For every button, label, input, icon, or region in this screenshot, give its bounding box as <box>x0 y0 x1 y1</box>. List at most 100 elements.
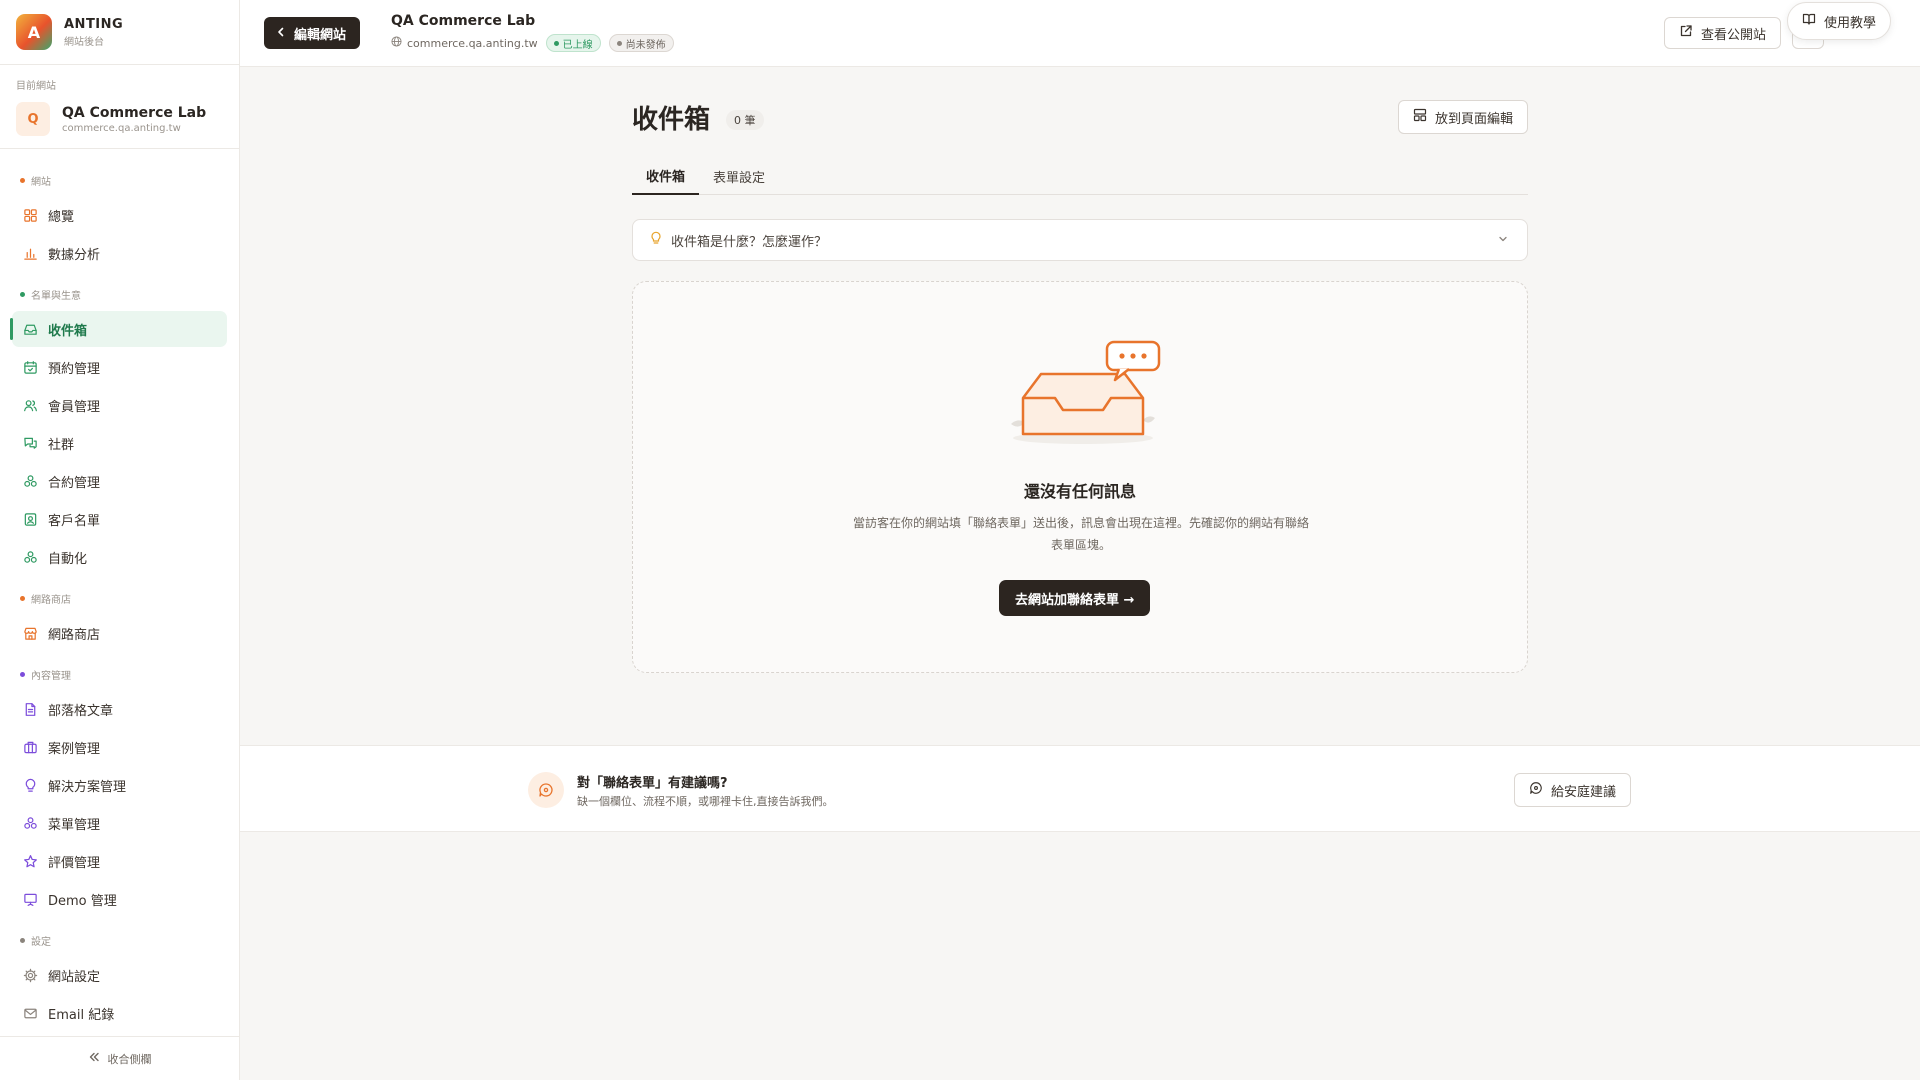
tab[interactable]: 收件箱 <box>632 158 700 195</box>
nav-section-label: 內容管理 <box>31 670 71 682</box>
current-site-switcher[interactable]: Q QA Commerce Lab commerce.qa.anting.tw <box>16 102 223 136</box>
chat-icon <box>22 435 38 451</box>
brand[interactable]: A ANTING 網站後台 <box>0 0 239 65</box>
nav-section-header: 名單與生意 <box>12 279 227 309</box>
calendar-icon <box>22 359 38 375</box>
collapse-sidebar-button[interactable]: 收合側欄 <box>0 1036 239 1080</box>
page-title: 收件箱 <box>632 105 711 135</box>
sidebar-item[interactable]: 菜單管理 <box>12 805 227 841</box>
sidebar-item-label: 案例管理 <box>48 741 101 757</box>
sidebar-item[interactable]: 網路商店 <box>12 615 227 651</box>
sidebar-item[interactable]: 案例管理 <box>12 729 227 765</box>
contact-icon <box>22 511 38 527</box>
empty-state: 還沒有任何訊息 當訪客在你的網站填「聯絡表單」送出後，訊息會出現在這裡。先確認你… <box>632 281 1528 673</box>
sidebar-item[interactable]: Email 紀錄 <box>12 995 227 1031</box>
inbox-help-accordion[interactable]: 收件箱是什麼？怎麼運作？ <box>632 219 1528 261</box>
current-site-caption: 目前網站 <box>16 81 56 92</box>
section-dot <box>20 671 25 677</box>
brand-logo: A <box>16 14 52 50</box>
sidebar-item-label: 部落格文章 <box>48 703 114 719</box>
site-domain: commerce.qa.anting.tw <box>62 122 181 134</box>
collapse-sidebar-label: 收合側欄 <box>107 1052 152 1066</box>
sidebar-item[interactable]: 網站設定 <box>12 957 227 993</box>
section-dot <box>20 291 25 297</box>
edit-site-label: 編輯網站 <box>294 27 347 43</box>
star-icon <box>22 853 38 869</box>
lightbulb-icon <box>22 777 38 793</box>
sidebar-item-label: 自動化 <box>48 551 88 567</box>
lightbulb-icon <box>649 231 663 249</box>
sidebar-item-label: Email 紀錄 <box>48 1007 115 1023</box>
sidebar-item[interactable]: 預約管理 <box>12 349 227 385</box>
status-badge-live: 已上線 <box>545 34 601 52</box>
nav-section-label: 網站 <box>31 176 51 188</box>
chevrons-left-icon <box>88 1051 100 1066</box>
sidebar-item[interactable]: 合約管理 <box>12 463 227 499</box>
feedback-subtitle: 缺一個欄位、流程不順，或哪裡卡住,直接告訴我們。 <box>577 795 834 808</box>
sidebar-item-label: 解決方案管理 <box>48 779 127 795</box>
store-icon <box>22 625 38 641</box>
nav-section-label: 網路商店 <box>31 594 71 606</box>
sidebar-item[interactable]: 客戶名單 <box>12 501 227 537</box>
bar-chart-icon <box>22 245 38 261</box>
sidebar-item[interactable]: 評價管理 <box>12 843 227 879</box>
nav-section-header: 網站 <box>12 165 227 195</box>
sidebar-item-label: 合約管理 <box>48 475 101 491</box>
sidebar: A ANTING 網站後台 目前網站 Q QA Commerce Lab com… <box>0 0 240 1080</box>
send-feedback-label: 給安庭建議 <box>1551 784 1617 800</box>
status-badge-unpublished: 尚未發佈 <box>608 34 674 52</box>
cluster-icon <box>22 473 38 489</box>
view-public-site-label: 查看公開站 <box>1701 27 1767 43</box>
sidebar-item-label: 網站設定 <box>48 969 101 985</box>
view-public-site-button[interactable]: 查看公開站 <box>1664 17 1782 49</box>
sidebar-item-label: 菜單管理 <box>48 817 101 833</box>
document-icon <box>22 701 38 717</box>
page-header: 收件箱 0 筆 放到頁面編輯 <box>632 97 1528 137</box>
empty-state-description: 當訪客在你的網站填「聯絡表單」送出後，訊息會出現在這裡。先確認你的網站有聯絡表單… <box>853 516 1310 552</box>
sidebar-item[interactable]: 收件箱 <box>10 311 227 347</box>
sidebar-item[interactable]: 自動化 <box>12 539 227 575</box>
book-open-icon <box>1802 12 1816 30</box>
tab[interactable]: 表單設定 <box>699 158 779 195</box>
sidebar-item-label: 收件箱 <box>48 323 88 339</box>
sidebar-item[interactable]: 解決方案管理 <box>12 767 227 803</box>
globe-icon <box>391 36 402 50</box>
site-avatar: Q <box>16 102 50 136</box>
tutorial-button[interactable]: 使用教學 <box>1787 2 1892 40</box>
section-dot <box>20 595 25 601</box>
grid-icon <box>22 207 38 223</box>
add-contact-form-button[interactable]: 去網站加聯絡表單 → <box>999 580 1151 616</box>
feedback-chat-icon <box>528 772 564 808</box>
section-dot <box>20 937 25 943</box>
site-header-domain: commerce.qa.anting.tw <box>407 36 538 50</box>
chevron-left-icon <box>276 26 286 41</box>
briefcase-icon <box>22 739 38 755</box>
sidebar-item-label: 會員管理 <box>48 399 101 415</box>
site-name: QA Commerce Lab <box>62 104 207 121</box>
brand-name: ANTING <box>64 16 124 32</box>
sidebar-item[interactable]: 總覽 <box>12 197 227 233</box>
place-on-page-button[interactable]: 放到頁面編輯 <box>1397 100 1528 134</box>
feedback-title: 對「聯絡表單」有建議嗎? <box>577 776 728 791</box>
topbar: 編輯網站 QA Commerce Lab commerce.qa.anting.… <box>240 0 1920 67</box>
presentation-icon <box>22 891 38 907</box>
external-link-icon <box>1679 24 1693 42</box>
send-feedback-button[interactable]: 給安庭建議 <box>1514 773 1632 807</box>
sidebar-item[interactable]: Demo 管理 <box>12 881 227 917</box>
inbox-help-text: 收件箱是什麼？怎麼運作？ <box>671 234 828 250</box>
sidebar-item-label: Demo 管理 <box>48 893 117 909</box>
message-count-badge: 0 筆 <box>726 110 764 130</box>
sidebar-item-label: 客戶名單 <box>48 513 101 529</box>
sidebar-item[interactable]: 社群 <box>12 425 227 461</box>
cluster-icon <box>22 549 38 565</box>
place-on-page-label: 放到頁面編輯 <box>1434 111 1513 127</box>
sidebar-item[interactable]: 會員管理 <box>12 387 227 423</box>
sidebar-item-label: 網路商店 <box>48 627 101 643</box>
sidebar-item[interactable]: 部落格文章 <box>12 691 227 727</box>
edit-site-button[interactable]: 編輯網站 <box>264 17 361 49</box>
sidebar-nav: 網站總覽 數據分析名單與生意收件箱預約管理會員管理社群合約管理客戶名單自動化網路商… <box>0 149 239 1031</box>
nav-section-header: 內容管理 <box>12 659 227 689</box>
sidebar-item[interactable]: 數據分析 <box>12 235 227 271</box>
nav-section-header: 網路商店 <box>12 583 227 613</box>
nav-section-label: 設定 <box>31 936 51 948</box>
